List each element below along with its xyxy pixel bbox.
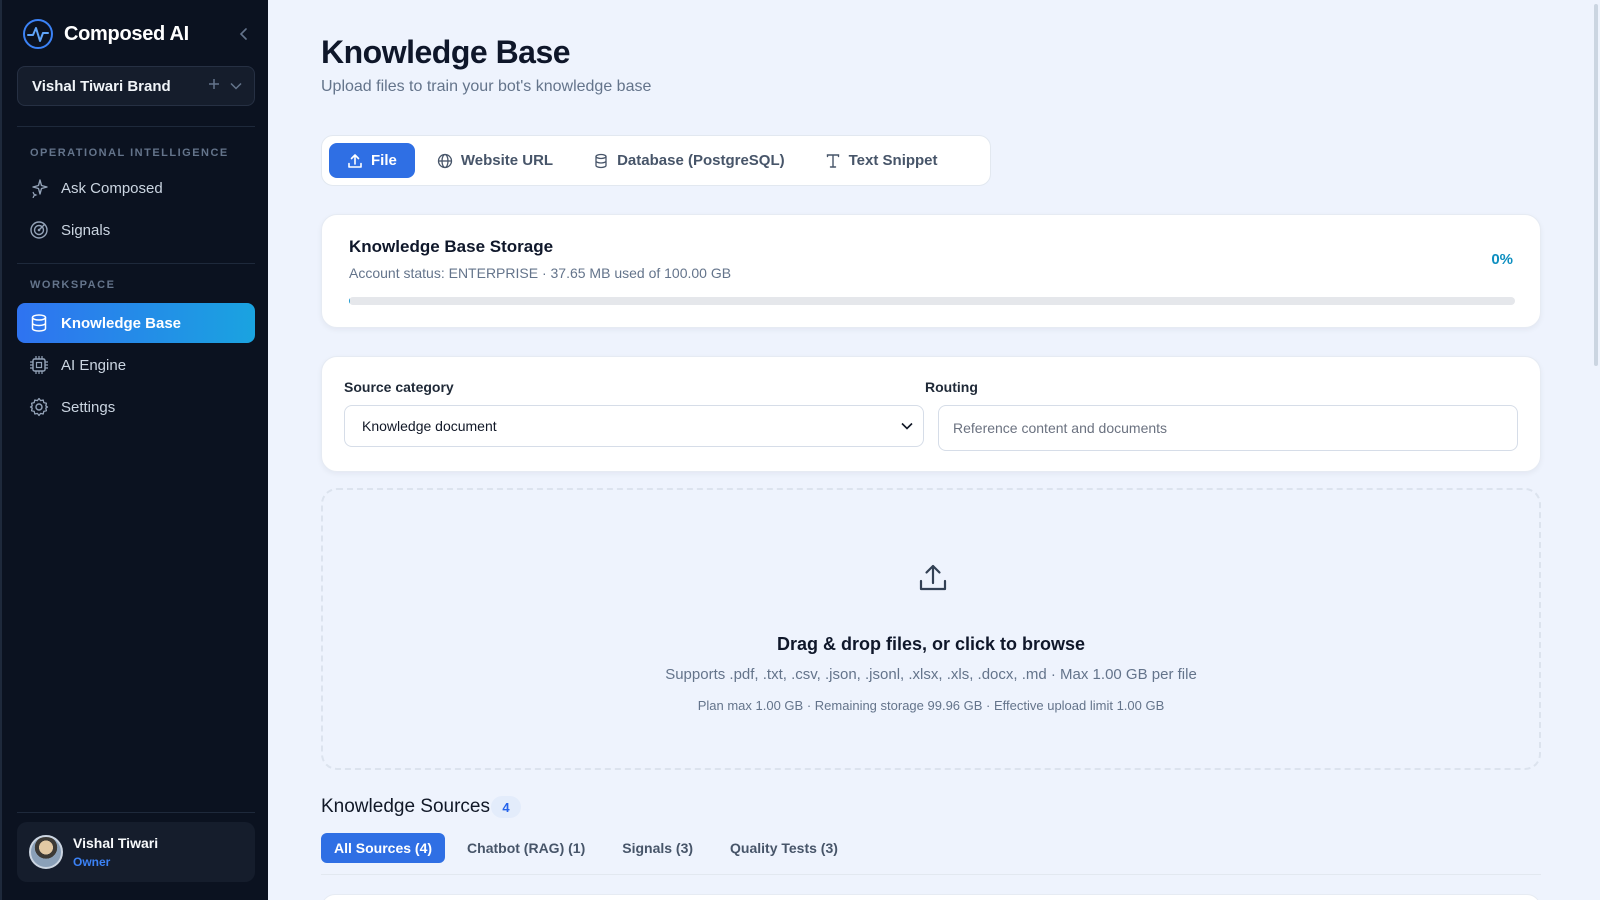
section-title-operational-intelligence: OPERATIONAL INTELLIGENCE	[30, 147, 229, 159]
chevron-left-icon	[239, 28, 247, 40]
page-scrollbar[interactable]	[1592, 0, 1600, 900]
filter-divider	[321, 874, 1541, 875]
source-category-select[interactable]: Knowledge document	[344, 405, 924, 447]
tab-text-snippet[interactable]: Text Snippet	[807, 143, 956, 178]
brand-logo-icon	[23, 19, 53, 49]
chevron-down-icon	[230, 82, 242, 90]
source-settings-card: Source category Knowledge document Routi…	[321, 356, 1541, 472]
source-category-label: Source category	[344, 379, 454, 395]
sidebar-item-label: Settings	[61, 398, 116, 416]
globe-icon	[437, 153, 452, 168]
sidebar-item-knowledge-base[interactable]: Knowledge Base	[17, 303, 255, 343]
tab-label: Text Snippet	[848, 152, 938, 169]
storage-progress-bar	[349, 297, 1515, 305]
add-brand-button[interactable]	[208, 77, 220, 95]
dropzone-supported-formats: Supports .pdf, .txt, .csv, .json, .jsonl…	[665, 666, 1197, 683]
knowledge-sources-title: Knowledge Sources	[321, 796, 490, 817]
sidebar-divider	[17, 812, 255, 813]
brand-dropdown-button[interactable]	[230, 77, 242, 95]
chevron-down-icon	[901, 422, 913, 430]
tab-label: Database (PostgreSQL)	[617, 152, 785, 169]
upload-icon	[919, 564, 947, 591]
text-icon	[826, 153, 839, 168]
sidebar-item-signals[interactable]: Signals	[17, 210, 255, 250]
user-name: Vishal Tiwari	[73, 835, 159, 851]
collapse-sidebar-button[interactable]	[234, 24, 254, 44]
storage-percent: 0%	[1491, 251, 1513, 268]
database-icon	[595, 153, 607, 168]
sidebar: Composed AI Vishal Tiwari Brand OPERATIO…	[0, 0, 268, 900]
plus-icon	[209, 79, 219, 89]
database-icon	[29, 313, 49, 333]
radar-icon	[29, 220, 49, 240]
sidebar-item-label: Ask Composed	[61, 179, 163, 197]
sidebar-item-settings[interactable]: Settings	[17, 387, 255, 427]
source-category-value: Knowledge document	[362, 418, 497, 434]
scrollbar-thumb[interactable]	[1594, 4, 1598, 366]
routing-input[interactable]	[938, 405, 1518, 451]
storage-status: Account status: ENTERPRISE · 37.65 MB us…	[349, 265, 732, 281]
brand-selector-label: Vishal Tiwari Brand	[32, 77, 171, 95]
sidebar-item-label: AI Engine	[61, 356, 127, 374]
filter-all-sources[interactable]: All Sources (4)	[321, 833, 446, 863]
sidebar-item-label: Knowledge Base	[61, 314, 182, 332]
knowledge-source-card	[321, 894, 1541, 900]
source-type-tabs: File Website URL Database (PostgreSQL) T…	[321, 135, 991, 186]
gear-icon	[29, 397, 49, 417]
avatar	[29, 835, 63, 869]
user-role: Owner	[73, 855, 111, 869]
routing-label: Routing	[925, 379, 978, 395]
brand: Composed AI	[22, 16, 254, 52]
tab-file[interactable]: File	[329, 143, 415, 178]
user-profile[interactable]: Vishal Tiwari Owner	[17, 822, 255, 882]
sidebar-item-label: Signals	[61, 221, 111, 239]
file-dropzone[interactable]: Drag & drop files, or click to browse Su…	[321, 488, 1541, 770]
app-name: Composed AI	[64, 22, 189, 45]
tab-website-url[interactable]: Website URL	[419, 143, 571, 178]
page-title: Knowledge Base	[321, 34, 571, 70]
knowledge-sources-count-badge: 4	[491, 796, 521, 818]
sparkles-icon	[29, 178, 49, 198]
section-title-workspace: WORKSPACE	[30, 279, 116, 291]
sidebar-item-ai-engine[interactable]: AI Engine	[17, 345, 255, 385]
storage-title: Knowledge Base Storage	[349, 237, 554, 256]
storage-card: Knowledge Base Storage Account status: E…	[321, 214, 1541, 328]
dropzone-limits: Plan max 1.00 GB · Remaining storage 99.…	[697, 698, 1165, 713]
filter-signals[interactable]: Signals (3)	[609, 833, 706, 863]
sidebar-divider	[17, 126, 255, 127]
source-filter-tabs: All Sources (4) Chatbot (RAG) (1) Signal…	[321, 833, 851, 863]
upload-icon	[348, 153, 362, 168]
tab-label: Website URL	[460, 152, 554, 169]
page-subtitle: Upload files to train your bot's knowled…	[321, 78, 652, 95]
tab-database-postgresql[interactable]: Database (PostgreSQL)	[575, 143, 803, 178]
dropzone-title: Drag & drop files, or click to browse	[776, 634, 1086, 654]
sidebar-divider	[17, 263, 255, 264]
filter-chatbot-rag[interactable]: Chatbot (RAG) (1)	[454, 833, 598, 863]
tab-label: File	[371, 152, 397, 169]
brand-selector[interactable]: Vishal Tiwari Brand	[17, 66, 255, 106]
main-content: Knowledge Base Upload files to train you…	[268, 0, 1600, 900]
cpu-icon	[29, 355, 49, 375]
filter-quality-tests[interactable]: Quality Tests (3)	[717, 833, 851, 863]
sidebar-item-ask-composed[interactable]: Ask Composed	[17, 168, 255, 208]
